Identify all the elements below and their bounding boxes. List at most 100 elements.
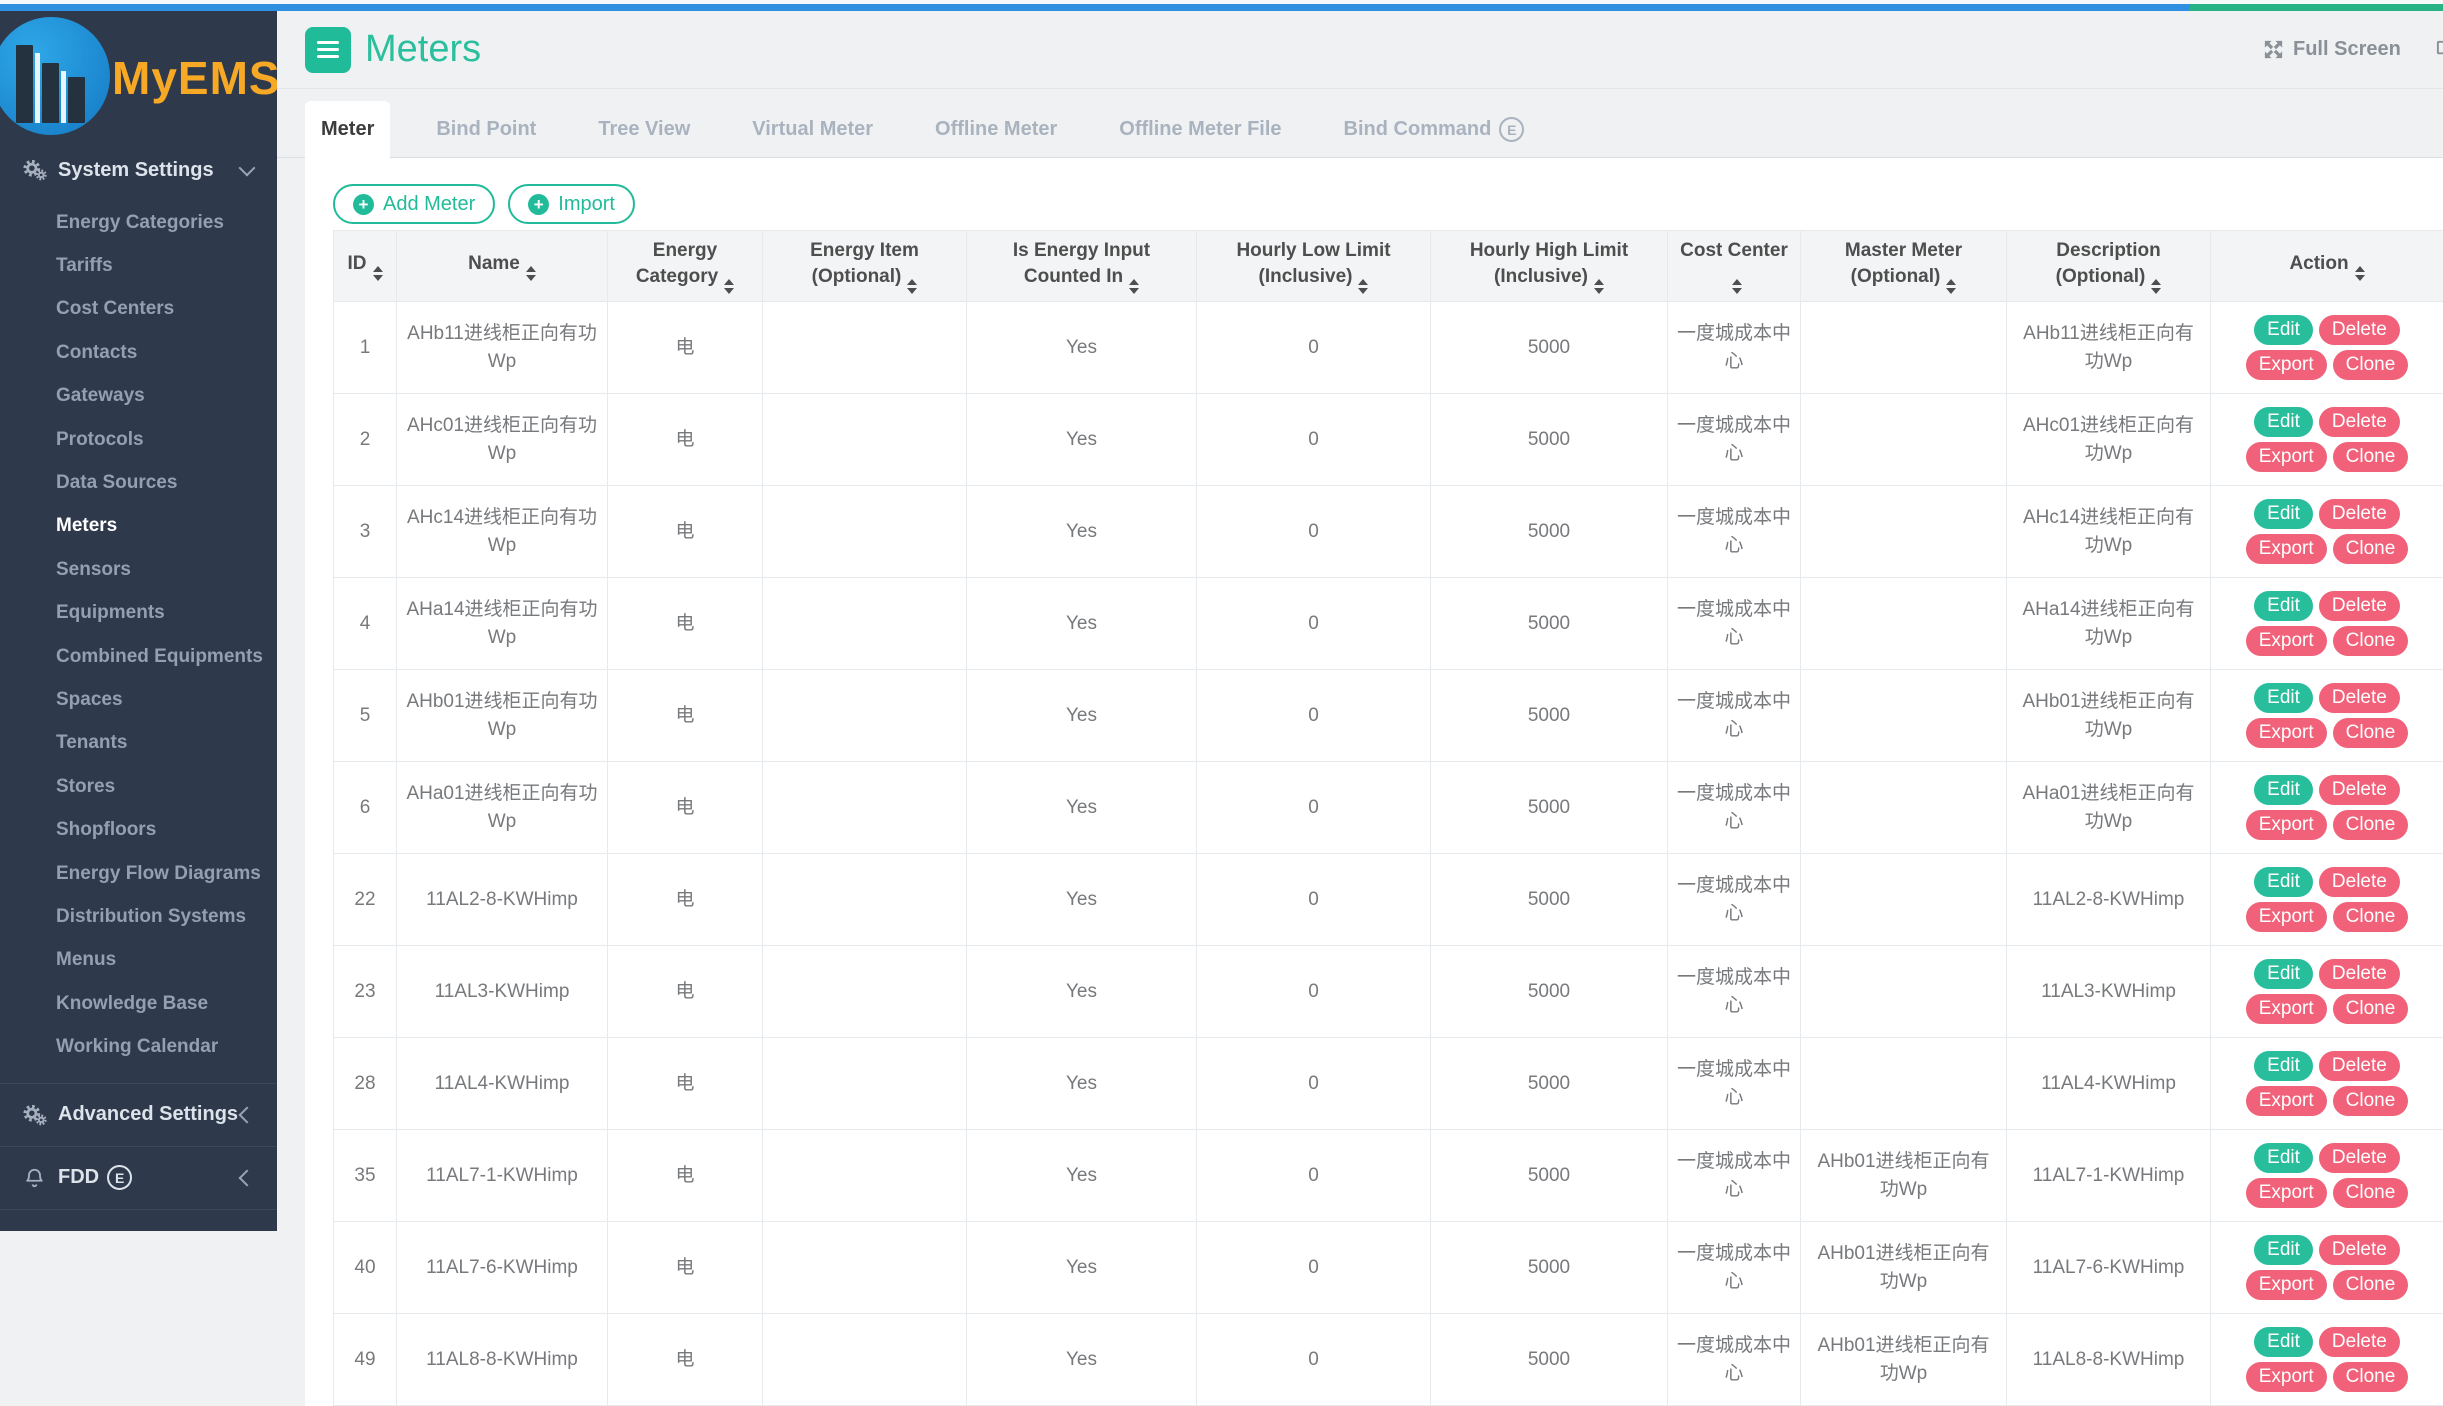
export-button[interactable]: Export [2246, 810, 2327, 840]
edit-button[interactable]: Edit [2254, 499, 2313, 529]
delete-button[interactable]: Delete [2319, 591, 2400, 621]
export-button[interactable]: Export [2246, 1178, 2327, 1208]
export-button[interactable]: Export [2246, 718, 2327, 748]
export-button[interactable]: Export [2246, 902, 2327, 932]
col-header-hourly-low-limit-inclusive[interactable]: Hourly Low Limit (Inclusive) [1197, 231, 1431, 302]
edit-button[interactable]: Edit [2254, 867, 2313, 897]
export-button[interactable]: Export [2246, 1362, 2327, 1392]
delete-button[interactable]: Delete [2319, 315, 2400, 345]
sidebar-item-working-calendar[interactable]: Working Calendar [0, 1025, 277, 1068]
tab-offline-meter[interactable]: Offline Meter [919, 101, 1073, 158]
export-button[interactable]: Export [2246, 350, 2327, 380]
sidebar-item-sensors[interactable]: Sensors [0, 548, 277, 591]
clone-button[interactable]: Clone [2333, 994, 2409, 1024]
add-meter-button[interactable]: + Add Meter [333, 184, 495, 224]
edit-button[interactable]: Edit [2254, 683, 2313, 713]
col-header-is-energy-input-counted-in[interactable]: Is Energy Input Counted In [967, 231, 1197, 302]
edit-button[interactable]: Edit [2254, 1327, 2313, 1357]
sidebar-section-fdd[interactable]: FDD E [0, 1146, 277, 1209]
delete-button[interactable]: Delete [2319, 775, 2400, 805]
cell-master-meter [1801, 394, 2007, 486]
sidebar-item-protocols[interactable]: Protocols [0, 418, 277, 461]
edit-button[interactable]: Edit [2254, 407, 2313, 437]
delete-button[interactable]: Delete [2319, 1143, 2400, 1173]
clone-button[interactable]: Clone [2333, 718, 2409, 748]
sidebar-item-data-sources[interactable]: Data Sources [0, 461, 277, 504]
clone-button[interactable]: Clone [2333, 534, 2409, 564]
col-header-name[interactable]: Name [397, 231, 608, 302]
sidebar-section-advanced-settings[interactable]: Advanced Settings [0, 1083, 277, 1146]
sidebar-item-knowledge-base[interactable]: Knowledge Base [0, 982, 277, 1025]
edit-button[interactable]: Edit [2254, 775, 2313, 805]
edit-button[interactable]: Edit [2254, 1143, 2313, 1173]
cell-low-limit: 0 [1197, 1130, 1431, 1222]
export-button[interactable]: Export [2246, 1086, 2327, 1116]
tab-bind-point[interactable]: Bind Point [420, 101, 552, 158]
tab-virtual-meter[interactable]: Virtual Meter [736, 101, 889, 158]
col-header-hourly-high-limit-inclusive[interactable]: Hourly High Limit (Inclusive) [1431, 231, 1668, 302]
export-button[interactable]: Export [2246, 534, 2327, 564]
cell-id: 2 [334, 394, 397, 486]
delete-button[interactable]: Delete [2319, 959, 2400, 989]
sidebar-item-combined-equipments[interactable]: Combined Equipments [0, 635, 277, 678]
delete-button[interactable]: Delete [2319, 1051, 2400, 1081]
clone-button[interactable]: Clone [2333, 1270, 2409, 1300]
col-header-description-optional[interactable]: Description (Optional) [2007, 231, 2211, 302]
col-header-id[interactable]: ID [334, 231, 397, 302]
edit-button[interactable]: Edit [2254, 591, 2313, 621]
clone-button[interactable]: Clone [2333, 810, 2409, 840]
sidebar-section-system-settings[interactable]: System Settings [0, 139, 277, 201]
hamburger-menu-button[interactable] [305, 27, 351, 73]
sidebar-item-energy-flow-diagrams[interactable]: Energy Flow Diagrams [0, 852, 277, 895]
delete-button[interactable]: Delete [2319, 683, 2400, 713]
cell-master-meter [1801, 762, 2007, 854]
col-header-energy-category[interactable]: Energy Category [608, 231, 763, 302]
tab-meter[interactable]: Meter [305, 101, 390, 158]
edit-button[interactable]: Edit [2254, 959, 2313, 989]
edit-button[interactable]: Edit [2254, 1051, 2313, 1081]
export-button[interactable]: Export [2246, 994, 2327, 1024]
sidebar-item-shopfloors[interactable]: Shopfloors [0, 808, 277, 851]
col-header-energy-item-optional[interactable]: Energy Item (Optional) [763, 231, 967, 302]
tab-offline-meter-file[interactable]: Offline Meter File [1103, 101, 1297, 158]
sidebar-item-menus[interactable]: Menus [0, 939, 277, 982]
delete-button[interactable]: Delete [2319, 499, 2400, 529]
sidebar-item-cost-centers[interactable]: Cost Centers [0, 288, 277, 331]
cell-low-limit: 0 [1197, 302, 1431, 394]
display-mode-button[interactable] [2435, 38, 2443, 61]
full-screen-button[interactable]: Full Screen [2262, 38, 2401, 61]
sidebar-item-spaces[interactable]: Spaces [0, 678, 277, 721]
delete-button[interactable]: Delete [2319, 407, 2400, 437]
edit-button[interactable]: Edit [2254, 315, 2313, 345]
clone-button[interactable]: Clone [2333, 626, 2409, 656]
sidebar-item-equipments[interactable]: Equipments [0, 592, 277, 635]
col-header-action[interactable]: Action [2211, 231, 2443, 302]
tab-tree-view[interactable]: Tree View [582, 101, 706, 158]
col-header-master-meter-optional[interactable]: Master Meter (Optional) [1801, 231, 2007, 302]
tab-bind-command[interactable]: Bind CommandE [1328, 101, 1541, 158]
clone-button[interactable]: Clone [2333, 902, 2409, 932]
sidebar-item-meters[interactable]: Meters [0, 505, 277, 548]
export-button[interactable]: Export [2246, 626, 2327, 656]
export-button[interactable]: Export [2246, 442, 2327, 472]
export-button[interactable]: Export [2246, 1270, 2327, 1300]
delete-button[interactable]: Delete [2319, 867, 2400, 897]
clone-button[interactable]: Clone [2333, 1178, 2409, 1208]
sidebar-item-energy-categories[interactable]: Energy Categories [0, 201, 277, 244]
sidebar-item-distribution-systems[interactable]: Distribution Systems [0, 895, 277, 938]
sidebar-item-gateways[interactable]: Gateways [0, 375, 277, 418]
clone-button[interactable]: Clone [2333, 1086, 2409, 1116]
delete-button[interactable]: Delete [2319, 1235, 2400, 1265]
clone-button[interactable]: Clone [2333, 442, 2409, 472]
edit-button[interactable]: Edit [2254, 1235, 2313, 1265]
sidebar-item-contacts[interactable]: Contacts [0, 331, 277, 374]
sidebar-item-tenants[interactable]: Tenants [0, 722, 277, 765]
col-header-cost-center[interactable]: Cost Center [1668, 231, 1801, 302]
clone-button[interactable]: Clone [2333, 1362, 2409, 1392]
clone-button[interactable]: Clone [2333, 350, 2409, 380]
sidebar-item-tariffs[interactable]: Tariffs [0, 244, 277, 287]
sidebar-item-stores[interactable]: Stores [0, 765, 277, 808]
delete-button[interactable]: Delete [2319, 1327, 2400, 1357]
import-button[interactable]: + Import [508, 184, 635, 224]
sidebar-section-users-privileges[interactable]: Users & Privileges [0, 1209, 277, 1231]
